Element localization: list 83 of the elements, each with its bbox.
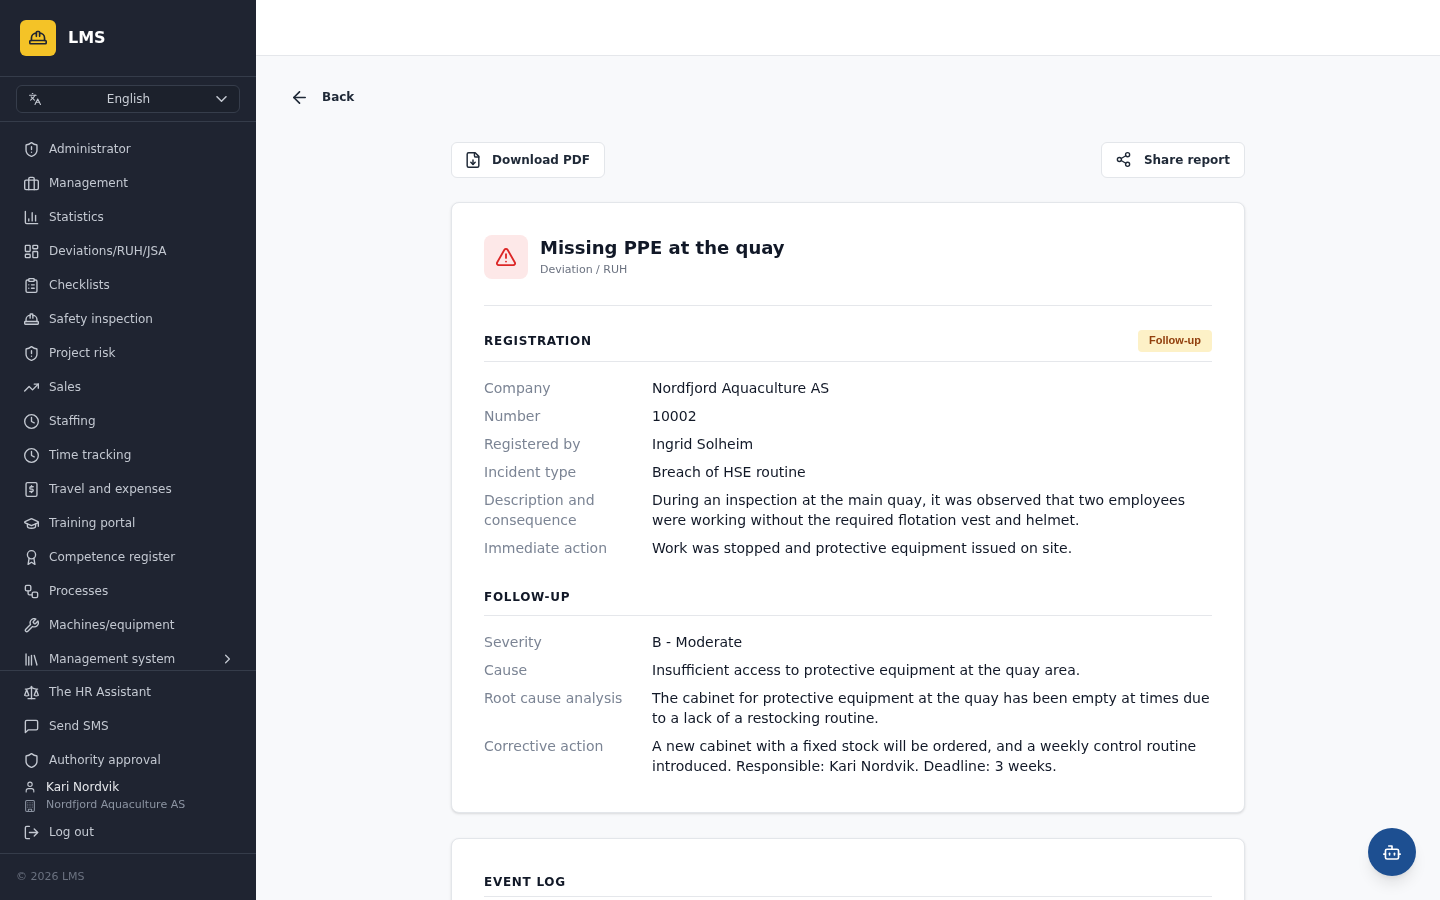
award-icon bbox=[24, 549, 39, 565]
field-value: Ingrid Solheim bbox=[652, 434, 755, 454]
field-label: Description and consequence bbox=[484, 490, 596, 530]
status-badge: Follow-up bbox=[1138, 329, 1212, 352]
nav-item[interactable]: Machines/equipment bbox=[8, 608, 248, 642]
shield-icon bbox=[24, 752, 39, 768]
nav-item[interactable]: Management system bbox=[8, 642, 248, 670]
logout-button[interactable]: Log out bbox=[8, 815, 248, 849]
dollar-receipt-icon bbox=[24, 481, 39, 497]
wrench-icon bbox=[24, 617, 39, 633]
field-value: A new cabinet with a fixed stock will be ordered, and a weekly control routine introduced. Responsible: Kari Nordvik. Deadline: 3 weeks. bbox=[652, 736, 1198, 776]
clock-icon bbox=[24, 413, 39, 429]
field-value: B - Moderate bbox=[652, 632, 744, 652]
library-icon bbox=[24, 651, 39, 667]
nav-item[interactable]: Processes bbox=[8, 574, 248, 608]
logout-icon bbox=[24, 824, 39, 840]
clipboard-icon bbox=[24, 277, 39, 293]
field-value: Nordfjord Aquaculture AS bbox=[652, 378, 831, 398]
scale-icon bbox=[24, 684, 39, 700]
nav-item[interactable]: Training portal bbox=[8, 506, 248, 540]
back-link[interactable]: Back bbox=[293, 85, 355, 109]
language-select[interactable]: English bbox=[16, 85, 240, 113]
field-value: During an inspection at the main quay, it was observed that two employees were working without the required flotation vest and helmet. bbox=[652, 490, 1187, 530]
translate-icon bbox=[29, 93, 41, 105]
field-label: Registered by bbox=[484, 434, 582, 454]
assistant-button[interactable] bbox=[1368, 828, 1416, 876]
hard-hat-icon bbox=[20, 20, 56, 56]
hard-hat-icon bbox=[24, 311, 39, 327]
download-pdf-button[interactable]: Download PDF bbox=[451, 141, 605, 178]
copyright-text: © 2026 LMS bbox=[16, 868, 85, 885]
briefcase-icon bbox=[24, 175, 39, 191]
nav-item[interactable]: Safety inspection bbox=[8, 302, 248, 336]
nav-item[interactable]: The HR Assistant bbox=[8, 675, 248, 709]
building-icon bbox=[24, 799, 36, 812]
user-icon bbox=[24, 780, 36, 793]
robot-icon bbox=[1383, 844, 1401, 860]
field-label: Incident type bbox=[484, 462, 578, 482]
nav-item[interactable]: Sales bbox=[8, 370, 248, 404]
graduation-cap-icon bbox=[24, 515, 39, 531]
field-value: 10002 bbox=[652, 406, 698, 426]
report-title: Missing PPE at the quay bbox=[540, 236, 785, 260]
section-heading: REGISTRATION bbox=[484, 332, 592, 350]
field-label: Number bbox=[484, 406, 542, 426]
grid-icon bbox=[24, 243, 39, 259]
clock-icon bbox=[24, 447, 39, 463]
nav-item[interactable]: Time tracking bbox=[8, 438, 248, 472]
field-value: The cabinet for protective equipment at the quay has been empty at times due to a lack of a restocking routine. bbox=[652, 688, 1211, 728]
nav-item[interactable]: Staffing bbox=[8, 404, 248, 438]
field-value: Breach of HSE routine bbox=[652, 462, 807, 482]
field-label: Corrective action bbox=[484, 736, 605, 756]
nav-item[interactable]: Authority approval bbox=[8, 743, 248, 777]
nav-item[interactable]: Administrator bbox=[8, 132, 248, 166]
nav-item[interactable]: Deviations/RUH/JSA bbox=[8, 234, 248, 268]
app-name: LMS bbox=[68, 27, 106, 49]
field-label: Immediate action bbox=[484, 538, 609, 558]
nav-item[interactable]: Project risk bbox=[8, 336, 248, 370]
report-category: Deviation / RUH bbox=[540, 263, 629, 277]
shield-alert-icon bbox=[24, 345, 39, 361]
bar-chart-icon bbox=[24, 209, 39, 225]
field-label: Cause bbox=[484, 660, 529, 680]
nav-item[interactable]: Competence register bbox=[8, 540, 248, 574]
field-label: Company bbox=[484, 378, 552, 398]
shield-alert-icon bbox=[24, 141, 39, 157]
share-report-button[interactable]: Share report bbox=[1100, 141, 1245, 178]
section-heading: EVENT LOG bbox=[484, 873, 566, 891]
section-heading: FOLLOW-UP bbox=[484, 588, 571, 606]
nav-item[interactable]: Management bbox=[8, 166, 248, 200]
field-value: Work was stopped and protective equipment issued on site. bbox=[652, 538, 1074, 558]
field-label: Root cause analysis bbox=[484, 688, 624, 708]
chevron-down-icon bbox=[216, 96, 227, 102]
flowchart-icon bbox=[24, 583, 39, 599]
company-name: Nordfjord Aquaculture AS bbox=[46, 797, 186, 814]
nav-item[interactable]: Send SMS bbox=[8, 709, 248, 743]
chevron-right-icon bbox=[225, 654, 230, 664]
file-download-icon bbox=[466, 151, 480, 168]
field-label: Severity bbox=[484, 632, 543, 652]
share-icon bbox=[1115, 152, 1131, 167]
nav-item[interactable]: Checklists bbox=[8, 268, 248, 302]
nav-item[interactable]: Statistics bbox=[8, 200, 248, 234]
user-name: Kari Nordvik bbox=[46, 778, 120, 796]
nav-item[interactable]: Travel and expenses bbox=[8, 472, 248, 506]
field-value: Insufficient access to protective equipment at the quay area. bbox=[652, 660, 1082, 680]
chat-bubble-icon bbox=[24, 718, 39, 734]
